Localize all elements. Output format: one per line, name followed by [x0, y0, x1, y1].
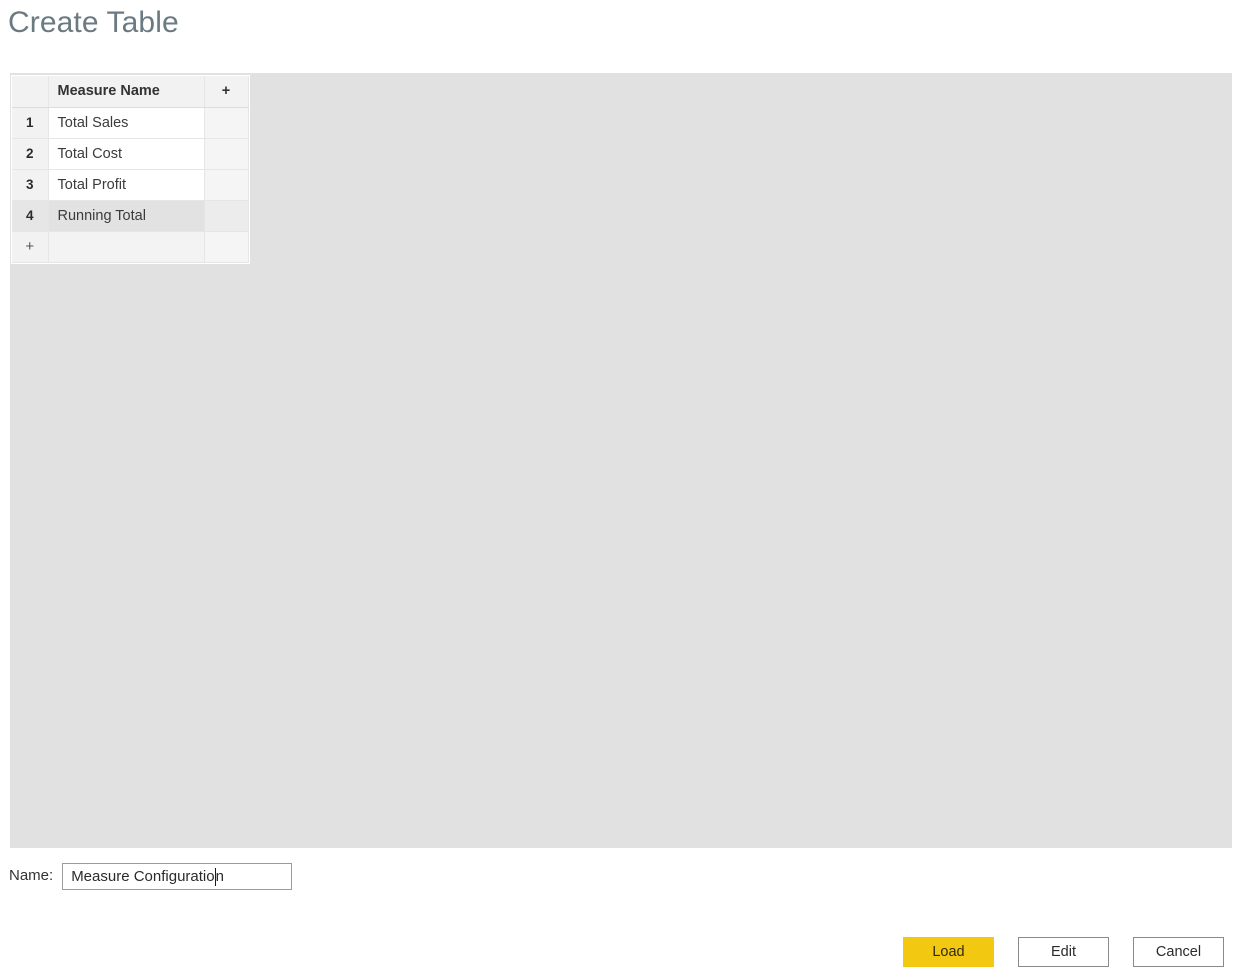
cell-measure-name[interactable]: Running Total [48, 200, 205, 232]
text-caret [214, 868, 216, 886]
table-add-row[interactable]: + [12, 231, 249, 263]
footer-button-bar: Load Edit Cancel [903, 937, 1224, 967]
table-header-row: Measure Name + [12, 76, 249, 108]
edit-button[interactable]: Edit [1018, 937, 1109, 967]
row-index[interactable]: 2 [12, 138, 49, 170]
table-body: 1 Total Sales 2 Total Cost 3 Total Profi… [12, 107, 249, 263]
cell-measure-name[interactable]: Total Profit [48, 169, 205, 201]
cell-add-column-spacer [204, 107, 249, 139]
table-row-selected[interactable]: 4 Running Total [12, 200, 249, 232]
add-row-button[interactable]: + [12, 231, 49, 263]
measure-table[interactable]: Measure Name + 1 Total Sales 2 Total Cos… [12, 76, 249, 263]
cell-add-column-spacer [204, 138, 249, 170]
add-column-button[interactable]: + [204, 76, 249, 108]
add-row-empty-cell[interactable] [48, 231, 205, 263]
table-row[interactable]: 2 Total Cost [12, 138, 249, 170]
column-header-index [12, 76, 49, 108]
load-button[interactable]: Load [903, 937, 994, 967]
row-index[interactable]: 4 [12, 200, 49, 232]
cell-measure-name[interactable]: Total Cost [48, 138, 205, 170]
column-header-measure-name[interactable]: Measure Name [48, 76, 205, 108]
name-label: Name: [9, 867, 54, 884]
name-input-value-before-caret: Measure Configuratio [71, 867, 215, 885]
cell-add-column-spacer [204, 200, 249, 232]
table-row[interactable]: 3 Total Profit [12, 169, 249, 201]
table-row[interactable]: 1 Total Sales [12, 107, 249, 139]
add-row-spacer [204, 231, 249, 263]
name-field-row: Name: Measure Configuratio n [9, 862, 293, 890]
name-input-value-after-caret: n [215, 867, 224, 885]
row-index[interactable]: 3 [12, 169, 49, 201]
name-input[interactable]: Measure Configuratio n [62, 862, 293, 890]
row-index[interactable]: 1 [12, 107, 49, 139]
table-header: Measure Name + [12, 76, 249, 108]
cancel-button[interactable]: Cancel [1133, 937, 1224, 967]
cell-add-column-spacer [204, 169, 249, 201]
page-title: Create Table [8, 6, 179, 39]
cell-measure-name[interactable]: Total Sales [48, 107, 205, 139]
